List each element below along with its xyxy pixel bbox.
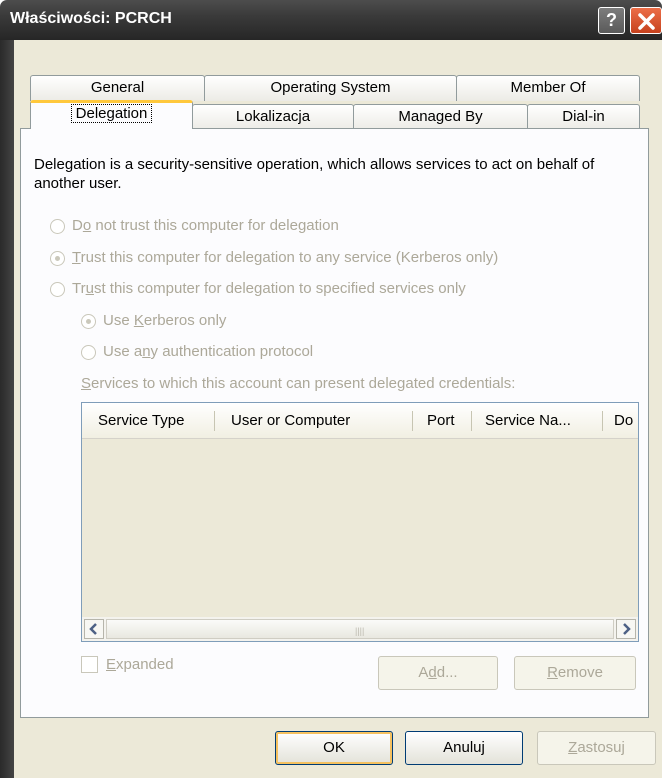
- radio-use-kerberos-only[interactable]: [81, 314, 96, 329]
- expanded-checkbox[interactable]: [81, 656, 98, 673]
- arrow-right-icon: [623, 623, 631, 635]
- radio-trust-any-service[interactable]: [50, 251, 65, 266]
- scroll-right-button[interactable]: [616, 619, 636, 639]
- title-bar[interactable]: Właściwości: PCRCH ?: [0, 0, 662, 40]
- radio-do-not-trust[interactable]: [50, 219, 65, 234]
- column-separator[interactable]: [412, 411, 413, 431]
- column-service-type[interactable]: Service Type: [98, 412, 184, 429]
- tab-general[interactable]: General: [30, 75, 205, 101]
- expanded-label: Expanded: [106, 656, 174, 673]
- scroll-left-button[interactable]: [84, 619, 104, 639]
- tab-dial-in[interactable]: Dial-in: [527, 104, 640, 130]
- tab-member-of[interactable]: Member Of: [456, 75, 640, 101]
- label-do-not-trust: Do not trust this computer for delegatio…: [72, 217, 339, 234]
- label-use-kerberos-only: Use Kerberos only: [103, 312, 227, 329]
- help-button[interactable]: ?: [598, 7, 625, 34]
- add-button[interactable]: Add...: [378, 656, 498, 690]
- column-user-or-computer[interactable]: User or Computer: [231, 412, 350, 429]
- tab-delegation-label: Delegation: [70, 104, 153, 123]
- close-button[interactable]: [630, 7, 662, 34]
- radio-selected-dot: [86, 319, 91, 324]
- tab-delegation[interactable]: Delegation: [30, 100, 193, 129]
- tab-managed-by[interactable]: Managed By: [353, 104, 528, 130]
- radio-selected-dot: [55, 256, 60, 261]
- delegation-description: Delegation is a security-sensitive opera…: [34, 156, 595, 192]
- label-trust-specified-services: Trust this computer for delegation to sp…: [72, 280, 466, 297]
- column-domain[interactable]: Do: [614, 412, 633, 429]
- horizontal-scrollbar[interactable]: ||||: [82, 617, 638, 641]
- label-trust-any-service: Trust this computer for delegation to an…: [72, 249, 499, 266]
- radio-trust-specified-services[interactable]: [50, 282, 65, 297]
- help-icon: ?: [606, 10, 617, 30]
- tab-operating-system[interactable]: Operating System: [204, 75, 457, 101]
- window-frame: [0, 40, 14, 778]
- close-icon: [638, 13, 655, 30]
- properties-dialog: Właściwości: PCRCH ? General Operating S…: [0, 0, 662, 778]
- scroll-thumb[interactable]: ||||: [106, 619, 614, 639]
- services-listview[interactable]: Service Type User or Computer Port Servi…: [81, 402, 639, 642]
- tab-lokalizacja[interactable]: Lokalizacja: [192, 104, 354, 130]
- cancel-button[interactable]: Anuluj: [405, 731, 523, 765]
- listview-header: Service Type User or Computer Port Servi…: [82, 403, 638, 439]
- column-separator[interactable]: [602, 411, 603, 431]
- radio-use-any-authentication[interactable]: [81, 345, 96, 360]
- label-use-any-authentication: Use any authentication protocol: [103, 343, 314, 360]
- ok-button[interactable]: OK: [275, 731, 393, 765]
- window-title: Właściwości: PCRCH: [10, 10, 172, 27]
- column-service-name[interactable]: Service Na...: [485, 412, 571, 429]
- remove-button[interactable]: Remove: [514, 656, 636, 690]
- column-port[interactable]: Port: [427, 412, 455, 429]
- column-separator[interactable]: [471, 411, 472, 431]
- arrow-left-icon: [89, 623, 97, 635]
- grip-icon: ||||: [355, 626, 365, 636]
- services-label: Services to which this account can prese…: [81, 375, 516, 392]
- apply-button[interactable]: Zastosuj: [537, 731, 656, 765]
- column-separator[interactable]: [214, 411, 215, 431]
